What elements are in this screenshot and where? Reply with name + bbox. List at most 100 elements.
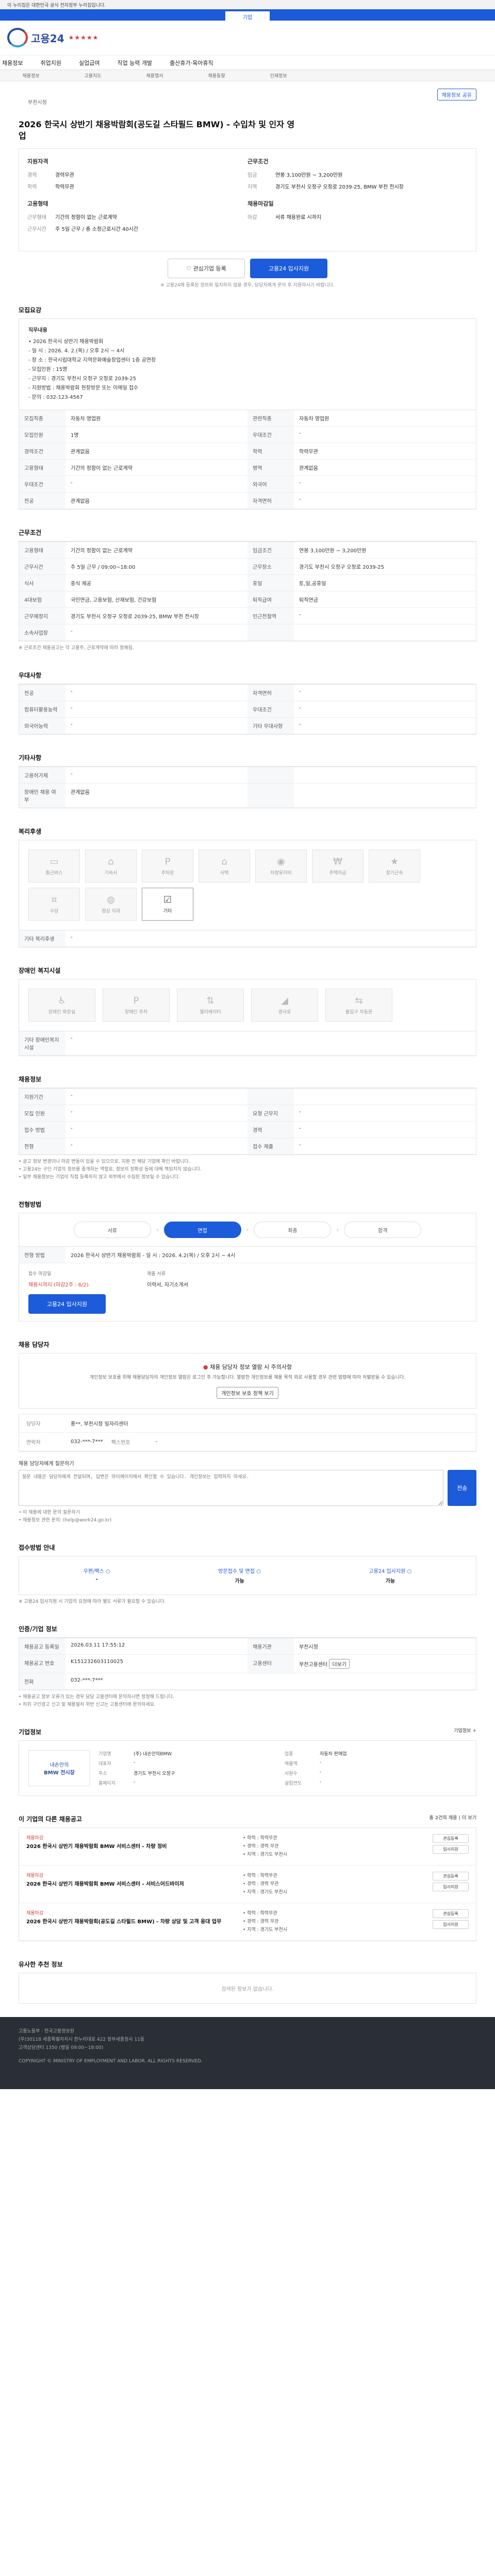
disabled-etc-label: 기타 장애인복지 시설: [19, 1031, 65, 1056]
grid-key: 관련직종: [248, 410, 294, 427]
disabled-tiles: ♿ 장애인 화장실 P 장애인 주차 ⇅ 엘리베이터 ◢ 경사로 ⇆ 출입구 자동문: [19, 979, 476, 1031]
grid-key: 요청 근무지: [248, 1105, 294, 1122]
grid-value: -: [294, 1105, 476, 1122]
subnav-item-1[interactable]: 채용정보: [0, 72, 62, 79]
list-item[interactable]: 채용마감 2026 한국시 상반기 채용박람회 BMW 서비스센터 - 차량 정비…: [19, 1828, 476, 1866]
duty-line: - 근무지 : 경기도 부천시 오정구 오정로 2039-25: [28, 376, 137, 382]
grid-value: -: [65, 476, 248, 493]
welfare-label: 점심 식대: [102, 909, 120, 914]
grid-value: 관계없음: [294, 460, 476, 476]
item-title[interactable]: 2026 한국시 상반기 채용박람회 BMW 서비스센터 - 차량 정비: [26, 1843, 243, 1851]
grid-key: 고용허가제: [19, 767, 65, 784]
item-title[interactable]: 2026 한국시 상반기 채용박람회(공도길 스타필드 BMW) - 차량 상담…: [26, 1918, 243, 1926]
grid-value: 경기도 부천시 오정구 오정로 2039-25: [294, 558, 476, 575]
section-company: 기업정보 기업정보 + 내손안의 BMW 전시장 기업명 (주) 내손안의BMW 업종 자…: [0, 1722, 495, 1796]
process-apply-button[interactable]: 고용24 입사지원: [28, 1294, 106, 1314]
section-disabled-facility: 장애인 복지시설 ♿ 장애인 화장실 P 장애인 주차 ⇅ 엘리베이터 ◢ 경사로 ⇆ 출입구 자…: [0, 961, 495, 1056]
privacy-policy-button[interactable]: 개인정보 보호 정책 보기: [217, 1387, 278, 1399]
reg-key: 채용기관: [248, 1638, 294, 1655]
section-welfare: 복리후생 ▭ 통근버스 ⌂ 기숙사 P 주차장 ⌂ 사택 ◉ 차량유지비 ₩ 주택자금 ★ 장기근속 ¤ 수당…: [0, 822, 495, 947]
company-key: 홈페이지: [98, 1781, 116, 1786]
reg-more-button[interactable]: 더보기: [329, 1659, 350, 1669]
grid-key: 우대조건: [248, 427, 294, 443]
kv-value: 경력무관: [55, 173, 74, 178]
grid-key: 4대보험: [19, 591, 65, 608]
list-item[interactable]: 채용마감 2026 한국시 상반기 채용박람회(공도길 스타필드 BMW) - 차…: [19, 1903, 476, 1941]
item-apply-button[interactable]: 입사지원: [433, 1920, 469, 1929]
gov-notice-bar: 이 누리집은 대한민국 공식 전자정부 누리집입니다.: [0, 0, 495, 9]
grid-value: 퇴직연금: [294, 591, 476, 608]
grid-value: -: [65, 1138, 248, 1155]
grid-key: 근무예정지: [19, 608, 65, 624]
subnav-item-4[interactable]: 채용동향: [186, 72, 248, 79]
welfare-etc-label: 기타 복리후생: [19, 930, 65, 947]
company-key: 사원수: [285, 1771, 298, 1776]
kv-value: 학력무관: [55, 184, 74, 190]
site-logo[interactable]: 고용24 ★★★★★: [7, 28, 98, 47]
grid-value: 중식 제공: [65, 575, 248, 591]
grid-key: 경력조건: [19, 443, 65, 460]
item-title[interactable]: 2026 한국시 상반기 채용박람회 BMW 서비스센터 - 서비스어드바이저: [26, 1880, 243, 1888]
question-send-button[interactable]: 전송: [448, 1470, 476, 1506]
info-note: • 공고 정보 변경이나 마감 변동이 있을 수 있으므로, 지원 전 해당 기…: [19, 1159, 190, 1164]
facility-icon: P: [133, 995, 139, 1006]
section-title: 모집요강: [19, 307, 42, 314]
grid-value: 자동차 영업원: [294, 410, 476, 427]
facility-tile: P 장애인 주차: [103, 989, 170, 1022]
welfare-icon: ¤: [51, 894, 57, 905]
method-value: -: [95, 1577, 98, 1582]
facility-label: 출입구 자동문: [345, 1010, 373, 1015]
grid-key: [248, 784, 294, 808]
action-buttons: ♡ 관심기업 등록 고용24 입사지원: [0, 259, 495, 278]
item-apply-button[interactable]: 입사지원: [433, 1883, 469, 1891]
duty-line: - 장 소 : 한국시립대학교 지역문화예술창업센터 1층 공연장: [28, 358, 156, 363]
nav-item-leave[interactable]: 출산휴가·육아휴직: [170, 59, 213, 67]
duty-line: - 모집인원 : 15명: [28, 367, 68, 372]
footer-line: 고객상담센터 1350 (평일 09:00~18:00): [19, 2045, 104, 2050]
item-interest-button[interactable]: 관심등록: [433, 1872, 469, 1880]
apply-button[interactable]: 고용24 입사지원: [250, 259, 327, 278]
nav-item-support[interactable]: 취업지원: [40, 59, 61, 67]
grid-value: 주 5일 근무 / 09:00~18:00: [65, 558, 248, 575]
question-input[interactable]: [19, 1470, 444, 1506]
job-title-box: 부천시청 2026 한국시 상반기 채용박람회(공도길 스타필드 BMW) - …: [0, 81, 495, 148]
section-method: 접수방법 안내 우편/팩스 ○ - 방문접수 및 면접 ○ 가능 고용24 입사지원…: [0, 1538, 495, 1606]
reg-note: • 채용공고 정보 오류가 있는 경우 담당 고용센터에 문의하시면 정정해 드…: [19, 1694, 174, 1700]
similar-more-link[interactable]: 총 2건의 채용 | 더 보기: [430, 1815, 476, 1823]
section-process: 전형방법 서류 › 면접 › 최종 › 합격 전형 방법 2026 한국시 상반기 채용박람…: [0, 1195, 495, 1321]
company-toggle[interactable]: 기업정보 +: [454, 1727, 476, 1736]
grid-value: -: [65, 767, 248, 784]
subnav-item-2[interactable]: 고용지도: [62, 72, 124, 79]
grid-key: 모집 인원: [19, 1105, 65, 1122]
welfare-label: 기숙사: [104, 871, 118, 876]
reg-tel: 032-***-7***: [65, 1673, 476, 1690]
section-etc: 기타사항 고용허가제 - 장애인 채용 여부 관계없음: [0, 748, 495, 808]
tab-company[interactable]: 기업: [225, 11, 270, 21]
welfare-label: 사택: [220, 871, 229, 876]
list-item[interactable]: 채용마감 2026 한국시 상반기 채용박람회 BMW 서비스센터 - 서비스어드…: [19, 1866, 476, 1903]
grid-key: 외국어능력: [19, 718, 65, 734]
grid-key: 기타 우대사항: [248, 718, 294, 734]
nav-item-training[interactable]: 직업 능력 개발: [117, 59, 152, 67]
item-interest-button[interactable]: 관심등록: [433, 1834, 469, 1843]
item-interest-button[interactable]: 관심등록: [433, 1909, 469, 1918]
subnav-item-5[interactable]: 인재정보: [248, 72, 309, 79]
grid-value: -: [65, 701, 248, 718]
interest-button[interactable]: ♡ 관심기업 등록: [168, 259, 245, 278]
reg-note: • 허위 구인광고 신고 및 채용절차 위반 신고는 고용센터에 문의하세요.: [19, 1702, 156, 1707]
warning-icon: ●: [203, 1364, 210, 1370]
grid-value: 연봉 3,100만원 ~ 3,200만원: [294, 542, 476, 558]
nav-item-jobs[interactable]: 채용정보: [2, 59, 23, 67]
item-apply-button[interactable]: 입사지원: [433, 1845, 469, 1854]
welfare-tile: ★ 장기근속: [369, 850, 420, 883]
grid-key: 모집직종: [19, 410, 65, 427]
subnav-item-3[interactable]: 채용행사: [124, 72, 186, 79]
company-value: -: [134, 1760, 136, 1765]
section-title: 이 기업의 다른 채용공고: [19, 1816, 82, 1823]
process-detail-label: 전형 방법: [19, 1247, 65, 1263]
welfare-label: 차량유지비: [270, 871, 292, 876]
grid-key: 접수 제출: [248, 1138, 294, 1155]
share-button[interactable]: 채용정보 공유: [437, 89, 476, 100]
grid-key: 고용형태: [19, 460, 65, 476]
nav-item-benefit[interactable]: 실업급여: [79, 59, 100, 67]
